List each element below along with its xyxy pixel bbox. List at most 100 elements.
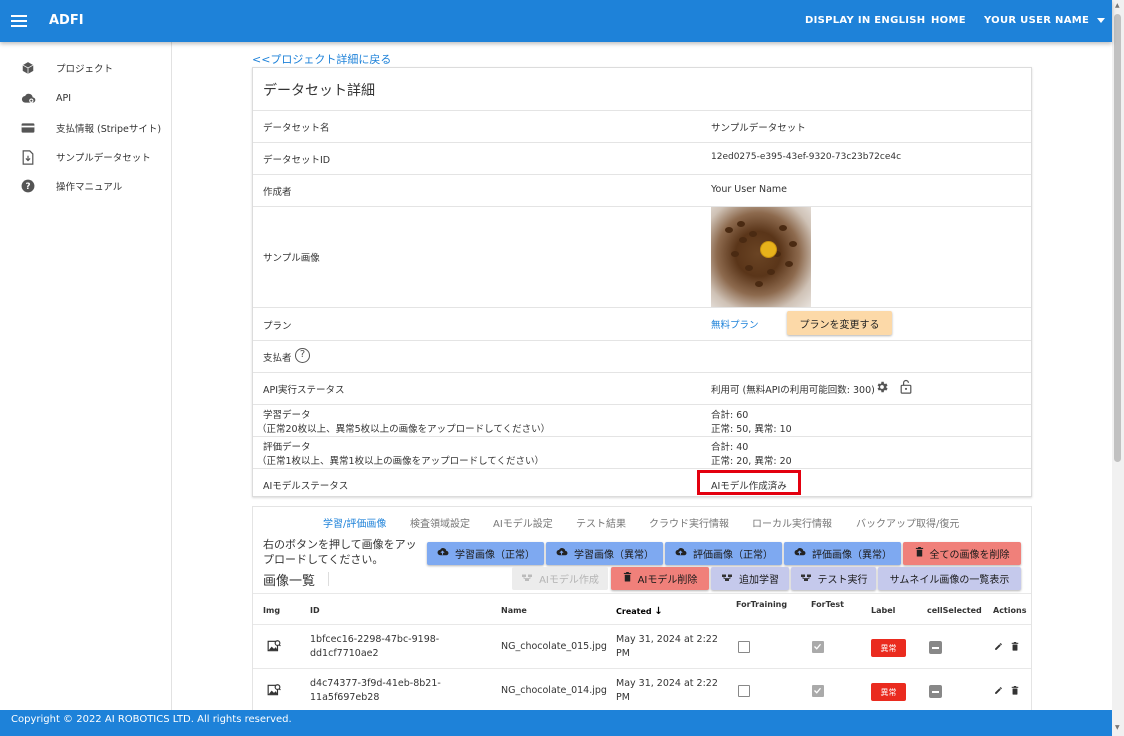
row-name: NG_chocolate_014.jpg: [501, 685, 607, 696]
payer-label: 支払者: [263, 353, 292, 364]
tab-cloud-execution[interactable]: クラウド実行情報: [649, 515, 729, 530]
tab-local-execution[interactable]: ローカル実行情報: [752, 515, 832, 530]
row-id-line1: 1bfcec16-2298-47bc-9198-: [310, 634, 440, 645]
eval-data-row: 評価データ （正常1枚以上、異常1枚以上の画像をアップロードしてください） 合計…: [253, 436, 1031, 468]
label-badge: 異常: [871, 683, 906, 701]
image-icon[interactable]: [267, 683, 281, 700]
payer-row: 支払者 ?: [253, 340, 1031, 372]
col-cell-selected[interactable]: cellSelected: [927, 606, 982, 615]
col-name[interactable]: Name: [501, 606, 527, 615]
scroll-up-icon[interactable]: ▲: [1115, 2, 1120, 9]
for-test-checkbox[interactable]: [812, 685, 824, 697]
dataset-name-row: データセット名 サンプルデータセット: [253, 110, 1031, 142]
test-run-button[interactable]: テスト実行: [791, 567, 876, 590]
model-status-label: AIモデルステータス: [263, 481, 349, 492]
tab-test-results[interactable]: テスト結果: [576, 515, 626, 530]
settings-icon[interactable]: [875, 380, 889, 397]
tab-bar: 学習/評価画像 検査領域設定 AIモデル設定 テスト結果 クラウド実行情報 ロー…: [253, 515, 1031, 535]
delete-ai-model-button[interactable]: AIモデル削除: [611, 567, 709, 590]
dataset-name-value: サンプルデータセット: [711, 123, 806, 134]
additional-training-button[interactable]: 追加学習: [711, 567, 789, 590]
table-row[interactable]: d4c74377-3f9d-41eb-8b21- 11a5f697eb28 NG…: [253, 669, 1031, 713]
col-label[interactable]: Label: [871, 606, 895, 615]
table-row[interactable]: 1bfcec16-2298-47bc-9198- dd1cf7710ae2 NG…: [253, 625, 1031, 669]
creator-value: Your User Name: [711, 184, 787, 195]
model-icon: [521, 573, 533, 585]
model-icon: [721, 573, 733, 585]
edit-icon[interactable]: [994, 686, 1003, 698]
sidebar-item-manual[interactable]: ? 操作マニュアル: [20, 176, 122, 196]
lock-open-icon[interactable]: [900, 379, 912, 397]
api-status-label: API実行ステータス: [263, 385, 345, 396]
model-status-row: AIモデルステータス AIモデル作成済み: [253, 468, 1031, 497]
sample-image-label: サンプル画像: [263, 253, 320, 264]
button-label: 追加学習: [739, 575, 779, 586]
image-icon[interactable]: [267, 639, 281, 656]
upload-eval-normal-button[interactable]: 評価画像（正常）: [665, 542, 782, 565]
col-created-label: Created: [616, 607, 652, 616]
eval-data-total: 合計: 40: [711, 442, 749, 453]
plan-link[interactable]: 無料プラン: [711, 317, 759, 331]
for-training-checkbox[interactable]: [738, 641, 750, 653]
col-img: Img: [263, 606, 281, 615]
eval-data-detail: 正常: 20, 異常: 20: [711, 456, 792, 467]
button-label: 全ての画像を削除: [929, 550, 1010, 561]
col-id: ID: [310, 606, 320, 615]
back-to-project-link[interactable]: <<プロジェクト詳細に戻る: [252, 51, 391, 67]
sidebar-item-project[interactable]: プロジェクト: [20, 58, 113, 78]
menu-icon[interactable]: [11, 12, 27, 30]
tab-backup-restore[interactable]: バックアップ取得/復元: [856, 515, 959, 530]
app-title[interactable]: ADFI: [49, 13, 84, 28]
model-icon: [800, 573, 812, 585]
delete-all-images-button[interactable]: 全ての画像を削除: [903, 542, 1021, 565]
delete-icon[interactable]: [1011, 686, 1019, 698]
home-button[interactable]: HOME: [931, 15, 966, 26]
plan-row: プラン 無料プラン プランを変更する: [253, 307, 1031, 340]
sidebar-item-label: 操作マニュアル: [56, 182, 123, 193]
divider: [328, 572, 329, 586]
change-plan-button[interactable]: プランを変更する: [787, 311, 892, 335]
api-status-row: API実行ステータス 利用可 (無料APIの利用可能回数: 300): [253, 372, 1031, 404]
row-created-line1: May 31, 2024 at 2:22: [616, 634, 718, 645]
api-status-value: 利用可 (無料APIの利用可能回数: 300): [711, 385, 875, 396]
footer: Copyright © 2022 AI ROBOTICS LTD. All ri…: [0, 710, 1112, 736]
scrollbar[interactable]: ▲ ▼: [1112, 0, 1124, 736]
training-data-detail: 正常: 50, 異常: 10: [711, 424, 792, 435]
for-training-checkbox[interactable]: [738, 685, 750, 697]
edit-icon[interactable]: [994, 642, 1003, 654]
upload-train-abnormal-button[interactable]: 学習画像（異常）: [546, 542, 663, 565]
sidebar-item-label: プロジェクト: [56, 64, 114, 75]
image-list-title: 画像一覧: [263, 574, 316, 589]
scroll-down-icon[interactable]: ▼: [1115, 724, 1120, 731]
tab-images[interactable]: 学習/評価画像: [323, 515, 386, 530]
user-menu-button[interactable]: YOUR USER NAME: [984, 15, 1105, 26]
thumbnail-list-button[interactable]: サムネイル画像の一覧表示: [878, 567, 1021, 590]
copyright-text: Copyright © 2022 AI ROBOTICS LTD. All ri…: [11, 714, 292, 725]
scrollbar-thumb[interactable]: [1114, 14, 1121, 462]
training-data-total: 合計: 60: [711, 410, 749, 421]
delete-icon[interactable]: [1011, 642, 1019, 654]
sidebar-item-sample-dataset[interactable]: サンプルデータセット: [20, 147, 151, 167]
tab-inspection-area[interactable]: 検査領域設定: [410, 515, 470, 530]
create-ai-model-button[interactable]: AIモデル作成: [512, 567, 608, 590]
upload-eval-abnormal-button[interactable]: 評価画像（異常）: [784, 542, 901, 565]
upload-train-normal-button[interactable]: 学習画像（正常）: [427, 542, 544, 565]
col-created[interactable]: Created ↓: [616, 606, 663, 617]
button-label: AIモデル削除: [637, 575, 698, 586]
tab-ai-model-settings[interactable]: AIモデル設定: [493, 515, 553, 530]
dataset-id-row: データセットID 12ed0275-e395-43ef-9320-73c23b7…: [253, 142, 1031, 174]
dataset-name-label: データセット名: [263, 123, 330, 134]
col-for-training[interactable]: ForTraining: [736, 600, 787, 609]
svg-text:?: ?: [25, 182, 30, 192]
sidebar-item-api[interactable]: API: [20, 88, 71, 108]
cell-selected-indicator[interactable]: [929, 685, 942, 698]
sidebar-item-label: サンプルデータセット: [56, 153, 151, 164]
help-outline-icon[interactable]: ?: [295, 348, 310, 363]
sample-image: [711, 207, 811, 307]
dataset-id-value: 12ed0275-e395-43ef-9320-73c23b72ce4c: [711, 152, 902, 162]
cell-selected-indicator[interactable]: [929, 641, 942, 654]
for-test-checkbox[interactable]: [812, 641, 824, 653]
col-for-test[interactable]: ForTest: [811, 600, 844, 609]
sidebar-item-payment[interactable]: 支払情報 (Stripeサイト): [20, 118, 161, 138]
display-in-english-button[interactable]: DISPLAY IN ENGLISH: [805, 15, 925, 26]
